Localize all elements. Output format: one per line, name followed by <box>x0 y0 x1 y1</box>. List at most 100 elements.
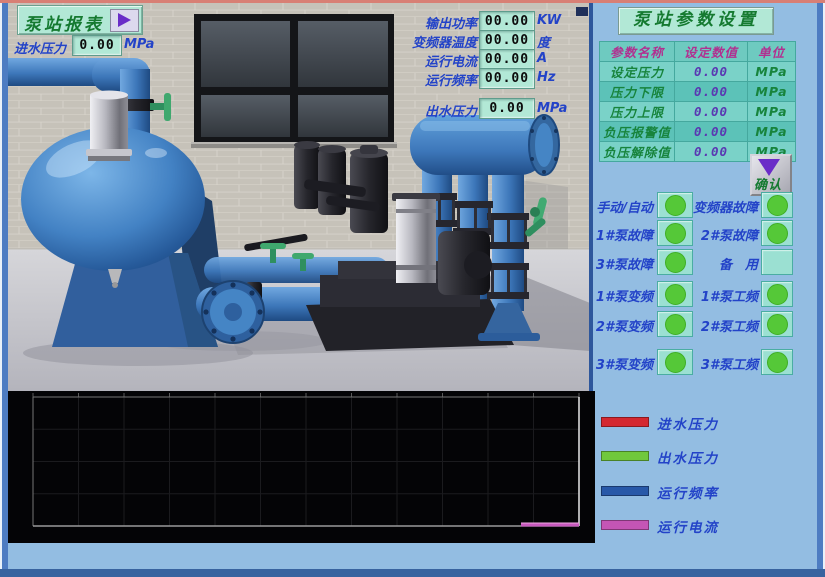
param-panel-title: 泵站参数设置 <box>618 7 774 35</box>
param-header-unit: 单位 <box>748 42 796 62</box>
lamp-on-dot <box>665 195 686 216</box>
param-name: 压力下限 <box>600 82 675 102</box>
param-header-value: 设定数值 <box>675 42 748 62</box>
param-unit: MPa <box>748 62 796 82</box>
window-left-border <box>0 0 8 577</box>
status-label-pump3-vfd: 3#泵变频 <box>596 354 653 373</box>
inlet-pressure-unit: MPa <box>124 37 154 52</box>
status-lamp-pump3-vfd <box>657 349 693 375</box>
trend-chart-canvas <box>8 391 595 543</box>
outlet-pressure-unit: MPa <box>537 101 567 116</box>
param-name: 负压解除值 <box>600 142 675 162</box>
status-lamp-manual-auto[interactable] <box>657 192 693 218</box>
factory-window <box>191 14 397 148</box>
status-label-pump1-fault: 1#泵故障 <box>596 225 653 244</box>
confirm-button[interactable]: 确认 <box>750 154 792 196</box>
status-label-pump2-fault: 2#泵故障 <box>701 225 758 244</box>
status-lamp-vfd-fault <box>761 192 793 218</box>
param-value[interactable]: 0.00 <box>675 102 748 122</box>
legend-label-running-frequency: 运行频率 <box>657 482 719 502</box>
param-value[interactable]: 0.00 <box>675 142 748 162</box>
status-lamp-spare <box>761 249 793 275</box>
status-lamp-pump3-mains <box>761 349 793 375</box>
running-frequency-value: 00.00 <box>479 68 535 89</box>
lamp-on-dot <box>665 284 686 305</box>
param-value[interactable]: 0.00 <box>675 122 748 142</box>
param-row-pressure-low-limit: 压力下限 0.00 MPa <box>600 82 796 102</box>
param-name: 设定压力 <box>600 62 675 82</box>
lamp-on-dot <box>665 252 686 273</box>
panel-divider <box>589 3 593 391</box>
outlet-pressure-value: 0.00 <box>479 98 535 119</box>
status-label-vfd-fault: 变频器故障 <box>693 197 758 216</box>
lamp-on-dot <box>767 284 788 305</box>
status-lamp-pump1-mains <box>761 281 793 307</box>
status-lamp-pump1-fault <box>657 220 693 246</box>
param-name: 压力上限 <box>600 102 675 122</box>
status-label-manual-auto: 手动/自动 <box>596 197 653 216</box>
output-power-unit: KW <box>537 13 561 28</box>
param-value[interactable]: 0.00 <box>675 62 748 82</box>
lamp-on-dot <box>767 352 788 373</box>
status-label-pump3-mains: 3#泵工频 <box>701 354 758 373</box>
status-label-pump2-vfd: 2#泵变频 <box>596 316 653 335</box>
legend-swatch-running-current <box>601 520 649 530</box>
legend-label-inlet-pressure: 进水压力 <box>657 413 719 433</box>
lamp-on-dot <box>767 223 788 244</box>
legend-swatch-outlet-pressure <box>601 451 649 461</box>
vfd-temperature-value: 00.00 <box>479 30 535 51</box>
legend-swatch-running-frequency <box>601 486 649 496</box>
outlet-pressure-label: 出水压力 <box>425 101 477 120</box>
status-lamp-pump1-vfd <box>657 281 693 307</box>
running-current-label: 运行电流 <box>425 51 477 70</box>
running-current-value: 00.00 <box>479 49 535 70</box>
running-frequency-label: 运行频率 <box>425 70 477 89</box>
legend-label-outlet-pressure: 出水压力 <box>657 447 719 467</box>
param-table-header: 参数名称 设定数值 单位 <box>600 42 796 62</box>
output-power-label: 输出功率 <box>425 13 477 32</box>
status-lamp-pump3-fault <box>657 249 693 275</box>
legend-swatch-inlet-pressure <box>601 417 649 427</box>
vfd-temperature-label: 变频器温度 <box>412 32 477 51</box>
running-frequency-unit: Hz <box>537 70 555 85</box>
status-lamp-pump2-vfd <box>657 311 693 337</box>
play-triangle <box>118 13 131 27</box>
report-button[interactable]: 泵站报表 <box>17 5 143 35</box>
status-label-pump1-vfd: 1#泵变频 <box>596 286 653 305</box>
param-unit: MPa <box>748 122 796 142</box>
param-table: 参数名称 设定数值 单位 设定压力 0.00 MPa 压力下限 0.00 MPa… <box>599 41 796 162</box>
param-unit: MPa <box>748 82 796 102</box>
lamp-on-dot <box>665 352 686 373</box>
vfd-temperature-unit: 度 <box>537 32 550 51</box>
param-value[interactable]: 0.00 <box>675 82 748 102</box>
output-power-value: 00.00 <box>479 11 535 32</box>
running-current-unit: A <box>537 51 547 66</box>
param-row-set-pressure: 设定压力 0.00 MPa <box>600 62 796 82</box>
inlet-pressure-label: 进水压力 <box>14 38 66 57</box>
status-lamp-pump2-mains <box>761 311 793 337</box>
play-icon[interactable] <box>110 9 139 32</box>
lamp-on-dot <box>665 314 686 335</box>
status-lamp-pump2-fault <box>761 220 793 246</box>
legend-label-running-current: 运行电流 <box>657 516 719 536</box>
status-label-spare: 备 用 <box>719 254 758 273</box>
confirm-button-label: 确认 <box>754 174 782 193</box>
status-label-pump1-mains: 1#泵工频 <box>701 286 758 305</box>
param-unit: MPa <box>748 102 796 122</box>
lamp-on-dot <box>665 223 686 244</box>
param-row-vacuum-alarm: 负压报警值 0.00 MPa <box>600 122 796 142</box>
param-row-pressure-high-limit: 压力上限 0.00 MPa <box>600 102 796 122</box>
status-label-pump3-fault: 3#泵故障 <box>596 254 653 273</box>
pump-station-hmi-window: 泵站报表 进水压力 0.00 MPa 输出功率 00.00 KW 变频器温度 0… <box>0 0 825 577</box>
lamp-on-dot <box>767 195 788 216</box>
window-bottom-border <box>0 569 825 577</box>
param-name: 负压报警值 <box>600 122 675 142</box>
window-top-border <box>0 0 825 3</box>
status-label-pump2-mains: 2#泵工频 <box>701 316 758 335</box>
window-right-border <box>817 0 825 577</box>
param-header-name: 参数名称 <box>600 42 675 62</box>
report-button-label: 泵站报表 <box>24 10 104 35</box>
lamp-on-dot <box>767 314 788 335</box>
inlet-pressure-value: 0.00 <box>72 35 122 56</box>
trend-chart <box>8 391 595 543</box>
